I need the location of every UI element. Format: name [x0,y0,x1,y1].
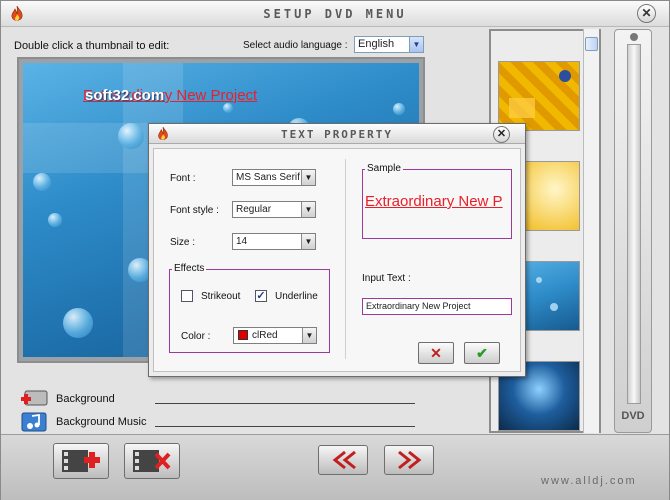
background-music-label: Background Music [56,416,147,428]
font-value: MS Sans Serif [236,172,300,183]
double-left-arrow-icon [332,450,356,470]
cancel-button[interactable]: ✕ [418,342,454,364]
close-window-button[interactable]: ✕ [637,4,656,23]
color-swatch [238,330,248,340]
size-label: Size : [170,237,196,248]
dvd-label: DVD [621,410,645,422]
chevron-down-icon[interactable]: ▼ [302,328,316,343]
next-page-button[interactable] [384,445,434,475]
text-property-dialog: TEXT PROPERTY ✕ Font : MS Sans Serif ▼ F… [148,123,526,377]
color-select[interactable]: clRed ▼ [233,327,317,344]
color-label: Color : [181,331,211,342]
font-label: Font : [170,173,196,184]
add-menu-button[interactable] [53,443,109,479]
color-value: clRed [252,330,278,341]
chevron-down-icon[interactable]: ▼ [409,37,423,52]
chevron-down-icon[interactable]: ▼ [301,234,315,249]
font-style-value: Regular [236,204,272,215]
input-text-label: Input Text : [362,273,411,284]
add-background-icon[interactable] [19,388,49,410]
double-right-arrow-icon [398,450,422,470]
underline-checkbox[interactable]: ✓ [255,290,267,302]
dialog-title-bar: TEXT PROPERTY ✕ [149,124,525,144]
dialog-divider [345,159,346,359]
water-bubble [48,213,62,227]
setup-dvd-menu-window: SETUP DVD MENU ✕ Double click a thumbnai… [0,0,670,500]
audio-language-value: English [358,38,395,50]
water-bubble [118,123,144,149]
ok-button[interactable]: ✔ [464,342,500,364]
dvd-capacity-meter: DVD [614,29,652,433]
thumbnail-yellow-tiles[interactable] [498,61,580,131]
dialog-title: TEXT PROPERTY [280,128,394,141]
underline-label: Underline [275,291,318,302]
delete-film-icon [133,450,171,472]
chevron-down-icon[interactable]: ▼ [301,170,315,185]
meter-track [627,44,641,404]
effects-group: Effects Strikeout ✓ Underline Color : cl… [169,263,330,353]
dialog-body: Font : MS Sans Serif ▼ Font style : Regu… [153,148,521,372]
water-bubble [223,103,233,113]
input-text-field[interactable]: Extraordinary New Project [362,298,512,315]
strikeout-label: Strikeout [201,291,241,302]
window-title: SETUP DVD MENU [263,7,407,21]
scrollbar-thumb[interactable] [585,37,598,51]
background-music-row[interactable]: Background Music [19,411,419,433]
water-bubble [33,173,51,191]
bottom-toolbar: www.alldj.com [1,434,669,500]
water-bubble [63,308,93,338]
delete-menu-button[interactable] [124,443,180,479]
thumbnail-scrollbar[interactable] [583,29,599,433]
add-film-icon [62,450,100,472]
size-value: 14 [236,236,248,247]
dialog-close-button[interactable]: ✕ [493,126,510,143]
watermark-text: soft32.com [85,87,165,104]
water-bubble [393,103,405,115]
background-row[interactable]: Background [19,388,419,410]
thumbnail-hint: Double click a thumbnail to edit: [14,40,170,52]
background-underline [155,403,415,404]
website-credit: www.alldj.com [541,475,637,487]
chevron-down-icon[interactable]: ▼ [301,202,315,217]
sample-preview-text: Extraordinary New P [365,193,503,210]
font-style-select[interactable]: Regular ▼ [232,201,316,218]
thumbnail-art [509,70,571,118]
music-note-icon[interactable] [19,411,49,433]
sample-group: Sample Extraordinary New P [362,163,512,239]
background-label: Background [56,393,115,405]
effects-legend: Effects [172,263,207,274]
audio-language-label: Select audio language : [243,40,348,51]
previous-page-button[interactable] [318,445,368,475]
meter-dot [630,33,638,41]
audio-language-select[interactable]: English ▼ [354,36,424,53]
sample-legend: Sample [365,163,403,174]
font-style-label: Font style : [170,205,219,216]
size-select[interactable]: 14 ▼ [232,233,316,250]
strikeout-checkbox[interactable] [181,290,193,302]
title-bar: SETUP DVD MENU ✕ [1,1,669,27]
font-select[interactable]: MS Sans Serif ▼ [232,169,316,186]
background-music-underline [155,426,415,427]
